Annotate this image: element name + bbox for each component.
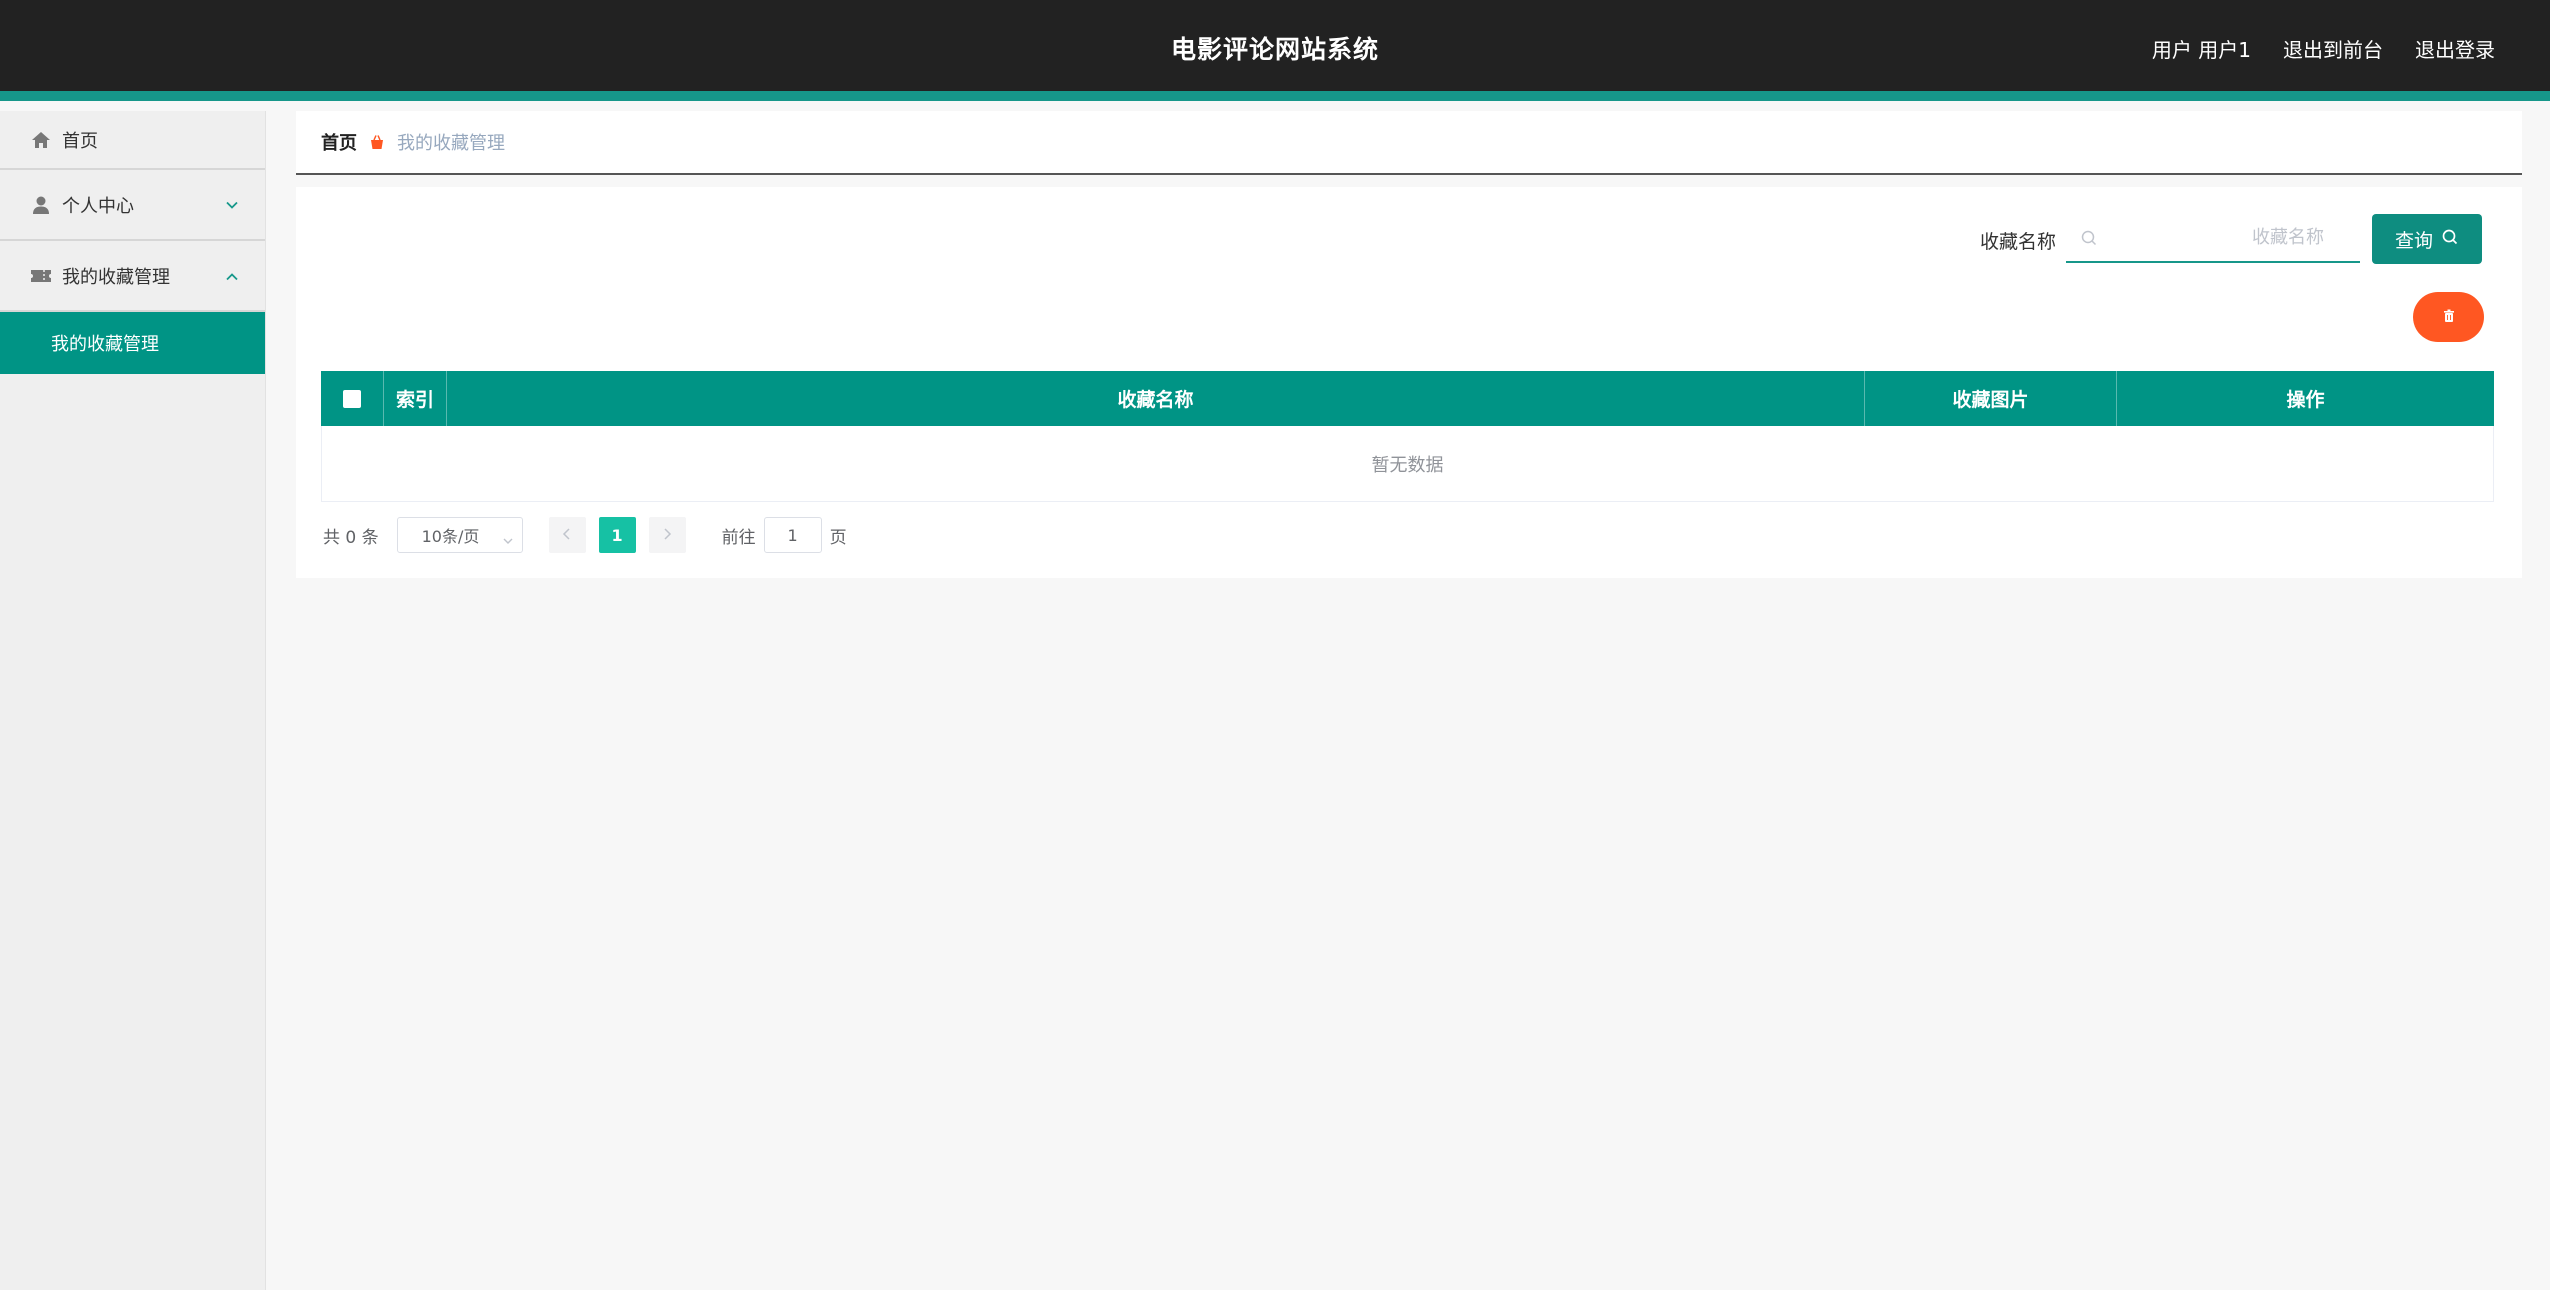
header-cell-select [321,371,384,426]
sidebar-subitem-my-favorites[interactable]: 我的收藏管理 [0,312,265,374]
top-header: 电影评论网站系统 用户 用户1 退出到前台 退出登录 [0,0,2550,101]
header-cell-index: 索引 [384,371,447,426]
user-icon [30,194,52,216]
page-number-button[interactable]: 1 [598,517,636,553]
goto-page: 前往 页 [722,517,847,553]
sidebar-item-home[interactable]: 首页 [0,111,265,170]
sidebar-item-label: 我的收藏管理 [62,266,170,288]
search-input[interactable] [2066,214,2360,261]
home-icon [30,129,52,151]
page-suffix: 页 [829,527,847,548]
back-to-front-link[interactable]: 退出到前台 [2283,34,2383,63]
logout-link[interactable]: 退出登录 [2415,34,2495,63]
chevron-down-icon [503,530,513,549]
page-size-value: 10条/页 [421,527,480,546]
trash-icon [2442,308,2456,327]
search-field [2066,214,2360,263]
pagination-total: 共 0 条 [323,527,379,548]
page-size-select[interactable]: 10条/页 [396,517,523,553]
main-panel: 收藏名称 查询 索引 收藏名称 收藏图片 操作 暂无数据 共 0 条 [296,187,2522,578]
favorites-table: 索引 收藏名称 收藏图片 操作 暂无数据 [321,371,2494,502]
ticket-icon [30,265,52,287]
sidebar-item-label: 首页 [62,130,98,152]
breadcrumb-home-link[interactable]: 首页 [321,129,357,155]
table-header: 索引 收藏名称 收藏图片 操作 [321,371,2494,426]
next-page-button[interactable] [648,517,686,553]
chevron-down-icon [225,194,239,215]
header-cell-image: 收藏图片 [1865,371,2117,426]
pagination: 共 0 条 10条/页 1 前往 页 [323,517,847,553]
breadcrumb-current: 我的收藏管理 [397,133,505,154]
chevron-right-icon [662,525,672,545]
prev-page-button[interactable] [548,517,586,553]
select-all-checkbox[interactable] [343,389,361,408]
search-icon [2441,228,2459,251]
goto-label: 前往 [721,527,756,548]
sidebar: 首页 个人中心 我的收藏管理 我的收藏管理 [0,111,266,1290]
search-icon [2080,229,2098,251]
query-button[interactable]: 查询 [2372,214,2482,264]
sidebar-item-favorites[interactable]: 我的收藏管理 [0,241,265,312]
current-user-label: 用户 用户1 [2151,38,2251,62]
chevron-left-icon [562,525,572,545]
empty-table-message: 暂无数据 [321,426,2494,502]
sidebar-item-profile[interactable]: 个人中心 [0,170,265,241]
header-links: 用户 用户1 退出到前台 退出登录 [2152,34,2495,63]
delete-button[interactable] [2413,292,2484,342]
breadcrumb: 首页 我的收藏管理 [296,111,2522,175]
goto-page-input[interactable] [763,517,822,553]
header-cell-actions: 操作 [2286,389,2325,411]
query-button-label: 查询 [2394,229,2433,252]
header-cell-name: 收藏名称 [447,371,1865,426]
sidebar-item-label: 个人中心 [62,195,134,217]
basket-icon [369,134,385,150]
chevron-up-icon [225,265,239,286]
search-label: 收藏名称 [1980,231,2057,253]
